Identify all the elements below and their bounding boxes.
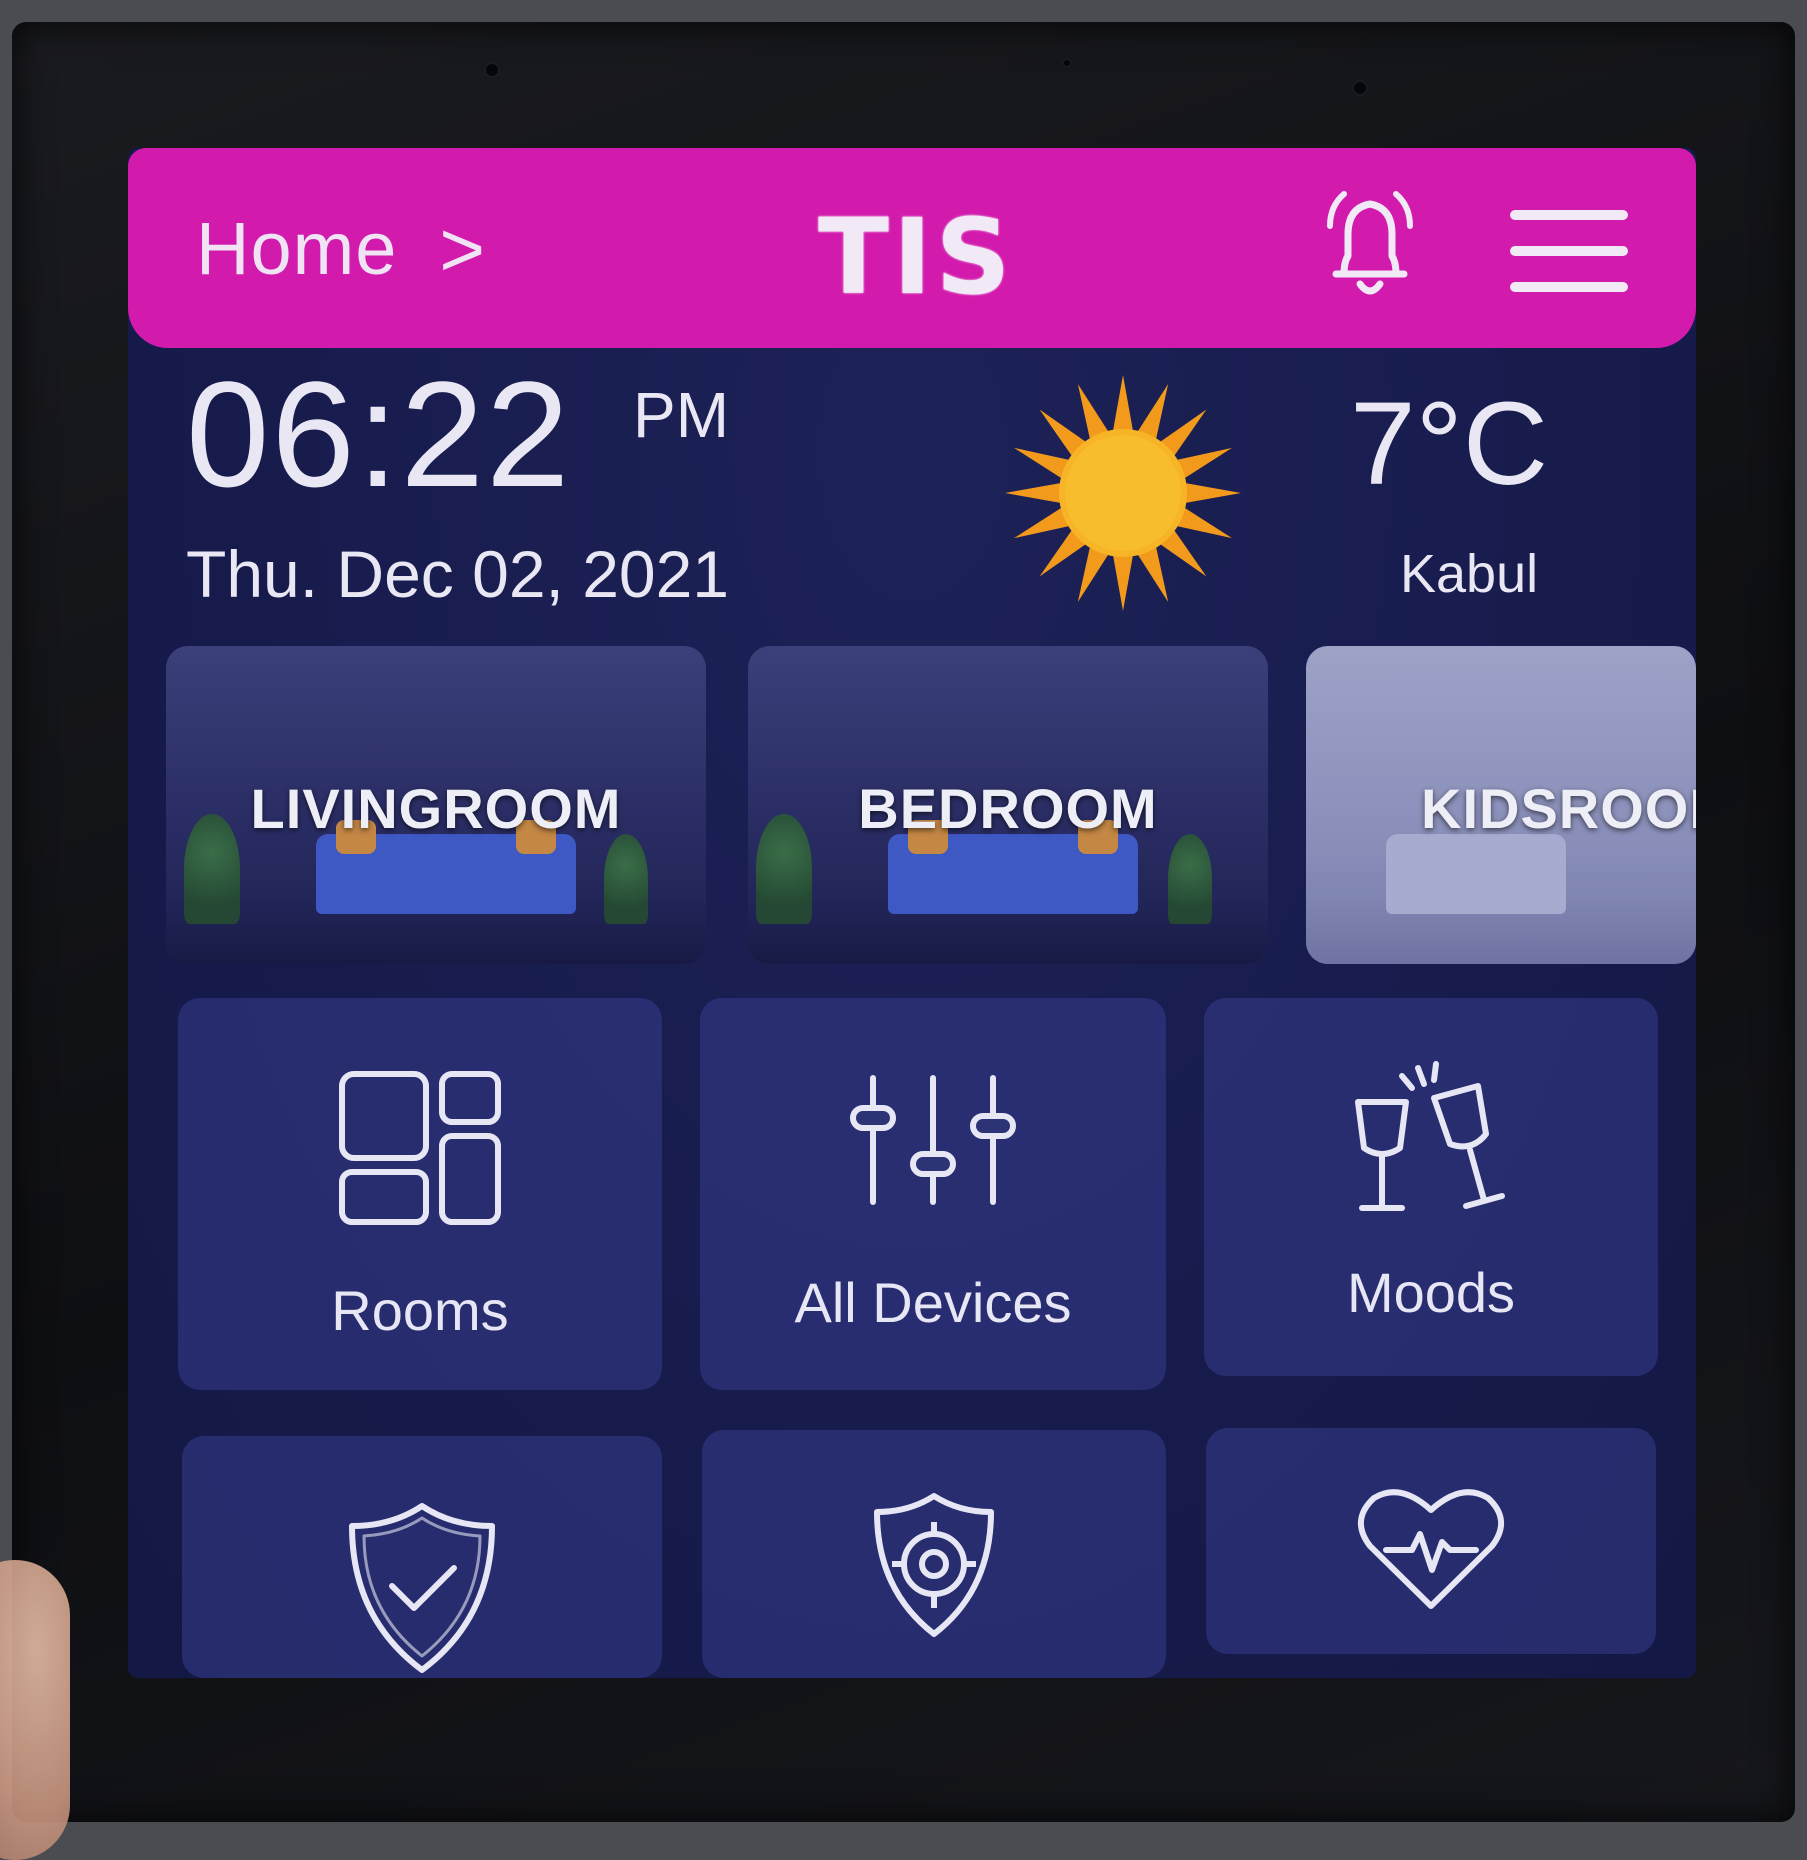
sun-icon: [1005, 375, 1241, 611]
breadcrumb-home[interactable]: Home: [196, 206, 397, 291]
plant-image: [1168, 834, 1212, 924]
room-carousel[interactable]: LIVINGROOM BEDROOM KIDSROOM: [166, 646, 1696, 966]
weather-city: Kabul: [1400, 544, 1539, 604]
sensor-dot: [486, 64, 498, 76]
rooms-grid-icon: [339, 1071, 501, 1225]
tile-all-devices[interactable]: All Devices: [700, 998, 1166, 1390]
hamburger-menu-icon[interactable]: [1510, 210, 1630, 310]
room-card-label: BEDROOM: [858, 777, 1158, 840]
sofa-image: [1386, 834, 1566, 914]
toast-glasses-icon: [1355, 1061, 1505, 1211]
tile-security[interactable]: [182, 1436, 662, 1678]
room-card-label: LIVINGROOM: [250, 777, 622, 840]
tile-rooms[interactable]: Rooms: [178, 998, 662, 1390]
tile-label: Moods: [1346, 1261, 1516, 1324]
sensor-dot: [1064, 60, 1070, 66]
room-card-bedroom[interactable]: BEDROOM: [748, 646, 1268, 964]
tile-moods[interactable]: Moods: [1204, 998, 1658, 1376]
sliders-icon: [850, 1075, 1016, 1205]
plant-image: [604, 834, 648, 924]
heart-pulse-icon: [1358, 1489, 1504, 1609]
top-bar: Home > TIS: [128, 148, 1696, 348]
chevron-right-icon: >: [439, 204, 486, 293]
tile-health[interactable]: [1206, 1428, 1656, 1654]
brand-logo: TIS: [818, 196, 1015, 318]
touch-screen: Home > TIS 06:22 PM Thu. Dec 02, 2021 7°…: [128, 148, 1696, 1678]
security-shield-icon: [874, 1493, 994, 1637]
room-card-kidsroom[interactable]: KIDSROOM: [1306, 646, 1696, 964]
clock-ampm: PM: [633, 379, 729, 451]
clock-time: 06:22: [186, 350, 572, 518]
room-card-label: KIDSROOM: [1421, 777, 1696, 840]
clock-date: Thu. Dec 02, 2021: [186, 537, 730, 611]
tile-label: Rooms: [331, 1279, 509, 1342]
shield-check-icon: [349, 1503, 495, 1673]
bell-icon[interactable]: [1300, 176, 1440, 316]
sensor-dot: [1354, 82, 1366, 94]
tile-surveillance[interactable]: [702, 1430, 1166, 1678]
room-card-livingroom[interactable]: LIVINGROOM: [166, 646, 706, 964]
tile-label: All Devices: [794, 1271, 1072, 1334]
temperature: 7°C: [1350, 378, 1549, 510]
finger: [0, 1560, 70, 1860]
breadcrumb[interactable]: Home >: [196, 206, 486, 291]
